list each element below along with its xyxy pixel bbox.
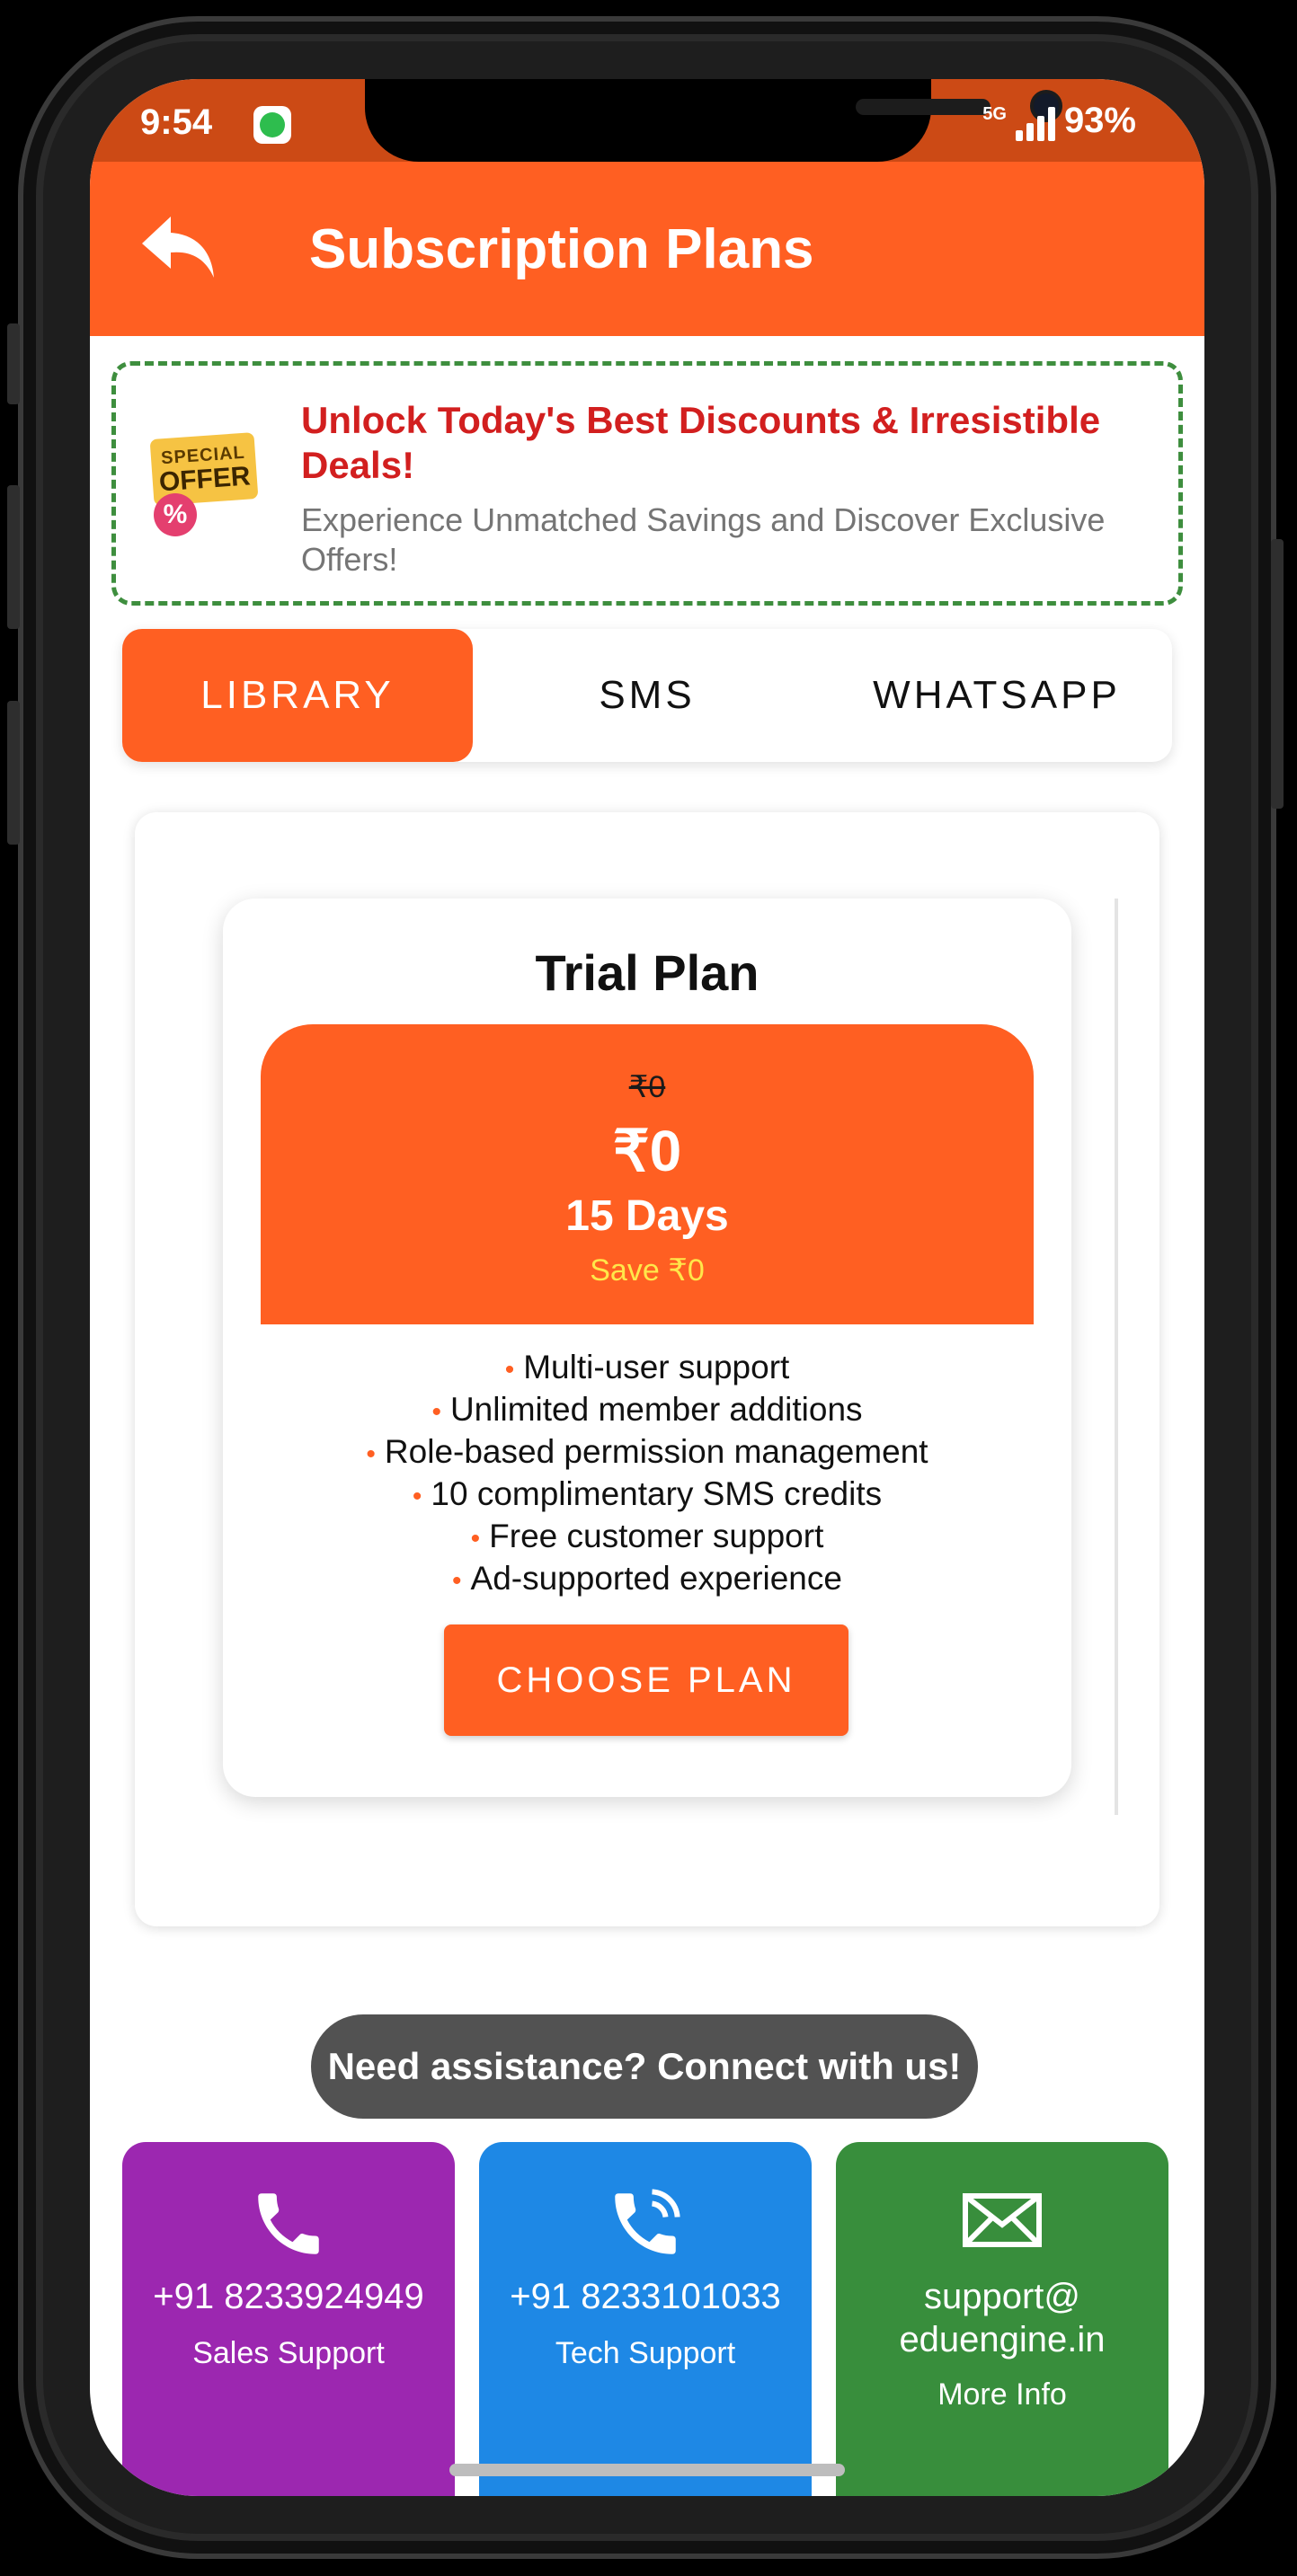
network-label: 5G [982, 104, 1007, 124]
mute-switch [7, 323, 20, 404]
plan-price: ₹0 [612, 1119, 682, 1183]
feature-item: • Ad-supported experience [452, 1560, 842, 1597]
badge-line2: OFFER [157, 460, 252, 497]
mail-icon [836, 2183, 1168, 2264]
percent-icon: % [154, 493, 197, 536]
support-email: support@ eduengine.in [899, 2277, 1106, 2359]
tech-support-label: Tech Support [555, 2336, 736, 2370]
battery-level: 93% [1063, 101, 1136, 140]
tech-phone-number: +91 8233101033 [510, 2277, 781, 2316]
feature-list: • Multi-user support • Unlimited member ad… [223, 1348, 1071, 1601]
home-indicator[interactable] [449, 2464, 845, 2476]
sales-phone-number: +91 8233924949 [153, 2277, 424, 2316]
camera-notch [365, 79, 1062, 162]
assistance-label: Need assistance? Connect with us! [311, 2014, 978, 2119]
status-bar: 9:54 5G 93% [90, 79, 1204, 162]
back-arrow-icon [142, 217, 214, 278]
volume-up-button [7, 485, 20, 629]
volume-down-button [7, 701, 20, 845]
feature-item: • Multi-user support [504, 1349, 790, 1385]
sales-support-card[interactable]: +91 8233924949 Sales Support [122, 2142, 455, 2496]
sales-support-label: Sales Support [192, 2336, 385, 2370]
plan-category-tabs: LIBRARY SMS WHATSAPP [122, 629, 1172, 762]
more-info-label: More Info [937, 2377, 1067, 2412]
page-title: Subscription Plans [309, 218, 814, 280]
tab-sms[interactable]: SMS [472, 629, 822, 762]
speaker-grille [856, 99, 991, 115]
plan-title: Trial Plan [535, 944, 760, 1001]
original-price: ₹0 [628, 1070, 666, 1104]
back-button[interactable] [129, 198, 228, 297]
status-indicators: 5G 93% [982, 101, 1136, 141]
offer-subtitle: Experience Unmatched Savings and Discove… [301, 501, 1106, 578]
next-plan-card-edge [1115, 899, 1118, 1815]
phone-icon [122, 2183, 455, 2264]
phone-ringing-icon [479, 2183, 812, 2264]
message-app-icon [253, 106, 291, 144]
offer-banner[interactable]: SPECIAL OFFER % Unlock Today's Best Disc… [111, 361, 1183, 606]
app-bar: Subscription Plans [90, 162, 1204, 336]
plan-card: Trial Plan ₹0 ₹0 15 Days Save ₹0 • Multi-… [223, 899, 1071, 1797]
price-box: ₹0 ₹0 15 Days Save ₹0 [261, 1024, 1034, 1324]
feature-item: • Unlimited member additions [431, 1391, 863, 1428]
status-time: 9:54 [140, 102, 213, 142]
email-support-card[interactable]: support@ eduengine.in More Info [836, 2142, 1168, 2496]
offer-title: Unlock Today's Best Discounts & Irresist… [301, 399, 1101, 486]
special-offer-icon: SPECIAL OFFER % [143, 425, 260, 551]
feature-item: • Free customer support [470, 1518, 824, 1554]
tech-support-card[interactable]: +91 8233101033 Tech Support [479, 2142, 812, 2496]
feature-item: • 10 complimentary SMS credits [412, 1475, 883, 1512]
choose-plan-button[interactable]: CHOOSE PLAN [444, 1624, 848, 1736]
power-button [1271, 539, 1284, 809]
feature-item: • Role-based permission management [366, 1433, 928, 1470]
signal-icon [1015, 107, 1055, 141]
tab-library[interactable]: LIBRARY [122, 629, 473, 762]
plan-carousel[interactable]: Trial Plan ₹0 ₹0 15 Days Save ₹0 • Multi-… [135, 812, 1159, 1926]
plan-savings: Save ₹0 [590, 1253, 705, 1288]
plan-duration: 15 Days [565, 1192, 729, 1240]
tab-whatsapp[interactable]: WHATSAPP [822, 629, 1172, 762]
phone-screen: 9:54 5G 93% Subscription Plans SPECIAL O… [90, 79, 1204, 2496]
